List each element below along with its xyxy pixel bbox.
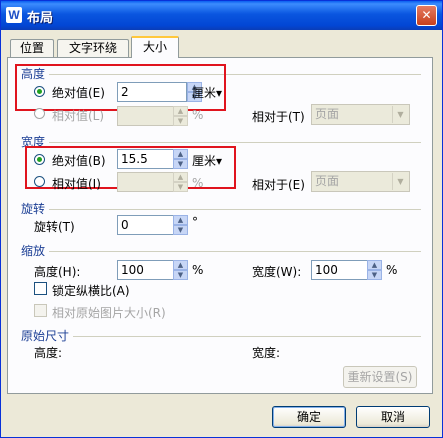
lock-aspect-ratio-checkbox[interactable] (34, 282, 47, 295)
wps-writer-icon: W (6, 7, 22, 23)
scale-height-unit: % (192, 263, 204, 277)
width-relative-spinner[interactable]: ▲ ▼ (173, 172, 188, 192)
original-size-section-divider (73, 336, 421, 337)
original-height-label: 高度: (34, 346, 63, 360)
rotation-section-title: 旋转 (21, 202, 46, 216)
height-relative-unit: % (192, 108, 204, 122)
ok-button[interactable]: 确定 (272, 406, 346, 428)
chevron-down-icon[interactable]: ▼ (392, 106, 408, 123)
height-absolute-label: 绝对值(E) (52, 86, 105, 100)
scale-width-spinner[interactable]: ▲ ▼ (367, 260, 382, 280)
scale-section-title: 缩放 (21, 244, 46, 258)
height-relative-to-value: 页面 (315, 107, 340, 121)
title-bar[interactable]: W 布局 ✕ (1, 1, 442, 30)
spin-up-icon[interactable]: ▲ (173, 172, 188, 182)
scale-height-label: 高度(H): (34, 265, 81, 279)
cancel-button[interactable]: 取消 (356, 406, 430, 428)
reset-button[interactable]: 重新设置(S) (343, 366, 417, 388)
spin-down-icon[interactable]: ▼ (367, 270, 382, 280)
spin-up-icon[interactable]: ▲ (367, 260, 382, 270)
rotation-section-divider (49, 209, 421, 210)
spin-down-icon[interactable]: ▼ (173, 159, 188, 169)
relative-original-size-checkbox[interactable] (34, 304, 47, 317)
chevron-down-icon[interactable]: ▼ (392, 173, 408, 190)
scale-width-unit: % (386, 263, 398, 277)
width-relative-label: 相对值(I) (52, 177, 101, 191)
width-relative-to-label: 相对于(E) (252, 178, 305, 192)
width-absolute-radio[interactable] (34, 154, 45, 165)
rotation-spinner[interactable]: ▲ ▼ (173, 215, 188, 235)
height-absolute-radio[interactable] (34, 86, 45, 97)
spin-up-icon[interactable]: ▲ (173, 215, 188, 225)
spin-up-icon[interactable]: ▲ (173, 149, 188, 159)
rotation-label: 旋转(T) (34, 220, 75, 234)
width-absolute-spinner[interactable]: ▲ ▼ (173, 149, 188, 169)
spin-down-icon[interactable]: ▼ (173, 116, 188, 126)
dialog-title: 布局 (27, 11, 54, 26)
height-absolute-input[interactable]: 2 (117, 82, 187, 102)
height-relative-to-label: 相对于(T) (252, 110, 305, 124)
height-relative-radio[interactable] (34, 108, 45, 119)
width-relative-to-select[interactable]: 页面 ▼ (311, 171, 410, 192)
spin-up-icon[interactable]: ▲ (173, 106, 188, 116)
height-unit-dropdown[interactable]: 厘米▾ (192, 84, 222, 101)
close-button[interactable]: ✕ (416, 5, 437, 26)
width-section-divider (49, 142, 421, 143)
width-unit-dropdown[interactable]: 厘米▾ (192, 152, 222, 169)
width-absolute-label: 绝对值(B) (52, 154, 106, 168)
scale-width-label: 宽度(W): (252, 265, 302, 279)
scale-section-divider (49, 251, 421, 252)
height-relative-to-select[interactable]: 页面 ▼ (311, 104, 410, 125)
height-relative-label: 相对值(L) (52, 109, 105, 123)
layout-dialog: W 布局 ✕ 位置 文字环绕 大小 高度 绝对值(E) 2 ▲ ▼ 厘米▾ 相对值… (0, 0, 443, 438)
tab-text-wrap[interactable]: 文字环绕 (57, 39, 129, 57)
spin-down-icon[interactable]: ▼ (173, 270, 188, 280)
spin-down-icon[interactable]: ▼ (173, 182, 188, 192)
original-width-label: 宽度: (252, 346, 281, 360)
width-relative-unit: % (192, 176, 204, 190)
rotation-unit: ° (192, 215, 198, 229)
lock-aspect-ratio-label: 锁定纵横比(A) (52, 284, 130, 298)
width-relative-radio[interactable] (34, 176, 45, 187)
height-relative-spinner[interactable]: ▲ ▼ (173, 106, 188, 126)
width-relative-to-value: 页面 (315, 174, 340, 188)
tab-position[interactable]: 位置 (10, 39, 54, 57)
spin-up-icon[interactable]: ▲ (173, 260, 188, 270)
spin-down-icon[interactable]: ▼ (173, 225, 188, 235)
relative-original-size-label: 相对原始图片大小(R) (52, 306, 166, 320)
scale-height-spinner[interactable]: ▲ ▼ (173, 260, 188, 280)
tab-size[interactable]: 大小 (131, 36, 179, 58)
original-size-section-title: 原始尺寸 (21, 329, 70, 343)
